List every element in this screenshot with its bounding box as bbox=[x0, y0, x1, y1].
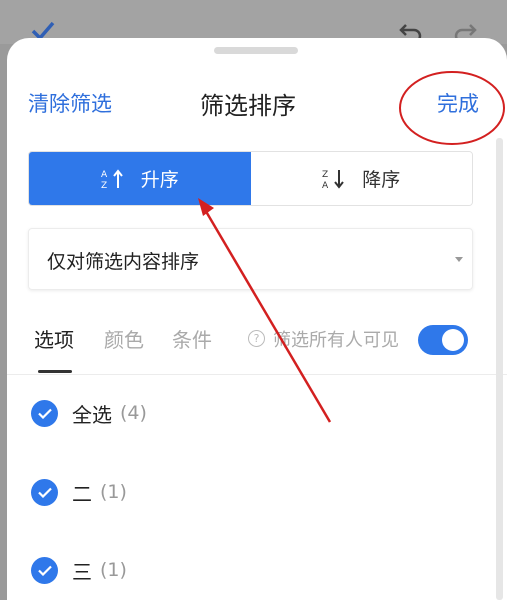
sort-scope-value: 仅对筛选内容排序 bbox=[47, 251, 200, 273]
visibility-label: 筛选所有人可见 bbox=[273, 330, 399, 351]
list-item-count: (1) bbox=[100, 559, 127, 581]
svg-text:Z: Z bbox=[101, 181, 107, 190]
visibility-toggle[interactable] bbox=[418, 325, 468, 355]
filter-sort-sheet: 清除筛选 筛选排序 完成 A Z 升序 Z A 降序 仅对筛选内容排序 选项 颜… bbox=[7, 38, 507, 600]
help-icon[interactable]: ? bbox=[248, 330, 265, 347]
clear-filter-button[interactable]: 清除筛选 bbox=[28, 88, 112, 118]
sort-ascending-label: 升序 bbox=[140, 169, 179, 191]
svg-text:Z: Z bbox=[322, 170, 328, 180]
sort-descending-icon: Z A bbox=[322, 168, 348, 190]
list-item-count: (1) bbox=[100, 481, 127, 503]
sort-descending-label: 降序 bbox=[362, 169, 401, 191]
divider bbox=[7, 374, 507, 375]
sort-order-selector: A Z 升序 Z A 降序 bbox=[28, 151, 473, 206]
list-item-label: 全选 bbox=[72, 402, 112, 427]
list-item[interactable]: 二 (1) bbox=[31, 478, 127, 506]
scrollbar[interactable] bbox=[496, 138, 503, 600]
tab-condition[interactable]: 条件 bbox=[172, 324, 212, 353]
sort-ascending-icon: A Z bbox=[101, 168, 127, 190]
tab-color[interactable]: 颜色 bbox=[104, 324, 144, 353]
caret-down-icon bbox=[455, 257, 463, 262]
sort-ascending-button[interactable]: A Z 升序 bbox=[29, 152, 251, 205]
checkbox-checked-icon[interactable] bbox=[31, 478, 58, 506]
checkbox-checked-icon[interactable] bbox=[31, 556, 58, 584]
drag-handle[interactable] bbox=[214, 47, 298, 54]
sort-scope-dropdown[interactable]: 仅对筛选内容排序 bbox=[28, 228, 473, 290]
toggle-knob bbox=[442, 329, 464, 351]
svg-text:A: A bbox=[101, 170, 108, 180]
tab-options[interactable]: 选项 bbox=[34, 324, 74, 353]
list-item[interactable]: 全选 (4) bbox=[31, 399, 147, 427]
active-tab-indicator bbox=[38, 370, 72, 373]
list-item-label: 二 bbox=[72, 481, 92, 506]
list-item-count: (4) bbox=[120, 402, 147, 424]
sheet-title: 筛选排序 bbox=[200, 92, 296, 120]
svg-text:A: A bbox=[322, 181, 329, 190]
list-item-label: 三 bbox=[72, 559, 92, 584]
checkbox-checked-icon[interactable] bbox=[31, 399, 58, 427]
sort-descending-button[interactable]: Z A 降序 bbox=[250, 152, 472, 205]
done-button[interactable]: 完成 bbox=[437, 88, 479, 118]
list-item[interactable]: 三 (1) bbox=[31, 556, 127, 584]
